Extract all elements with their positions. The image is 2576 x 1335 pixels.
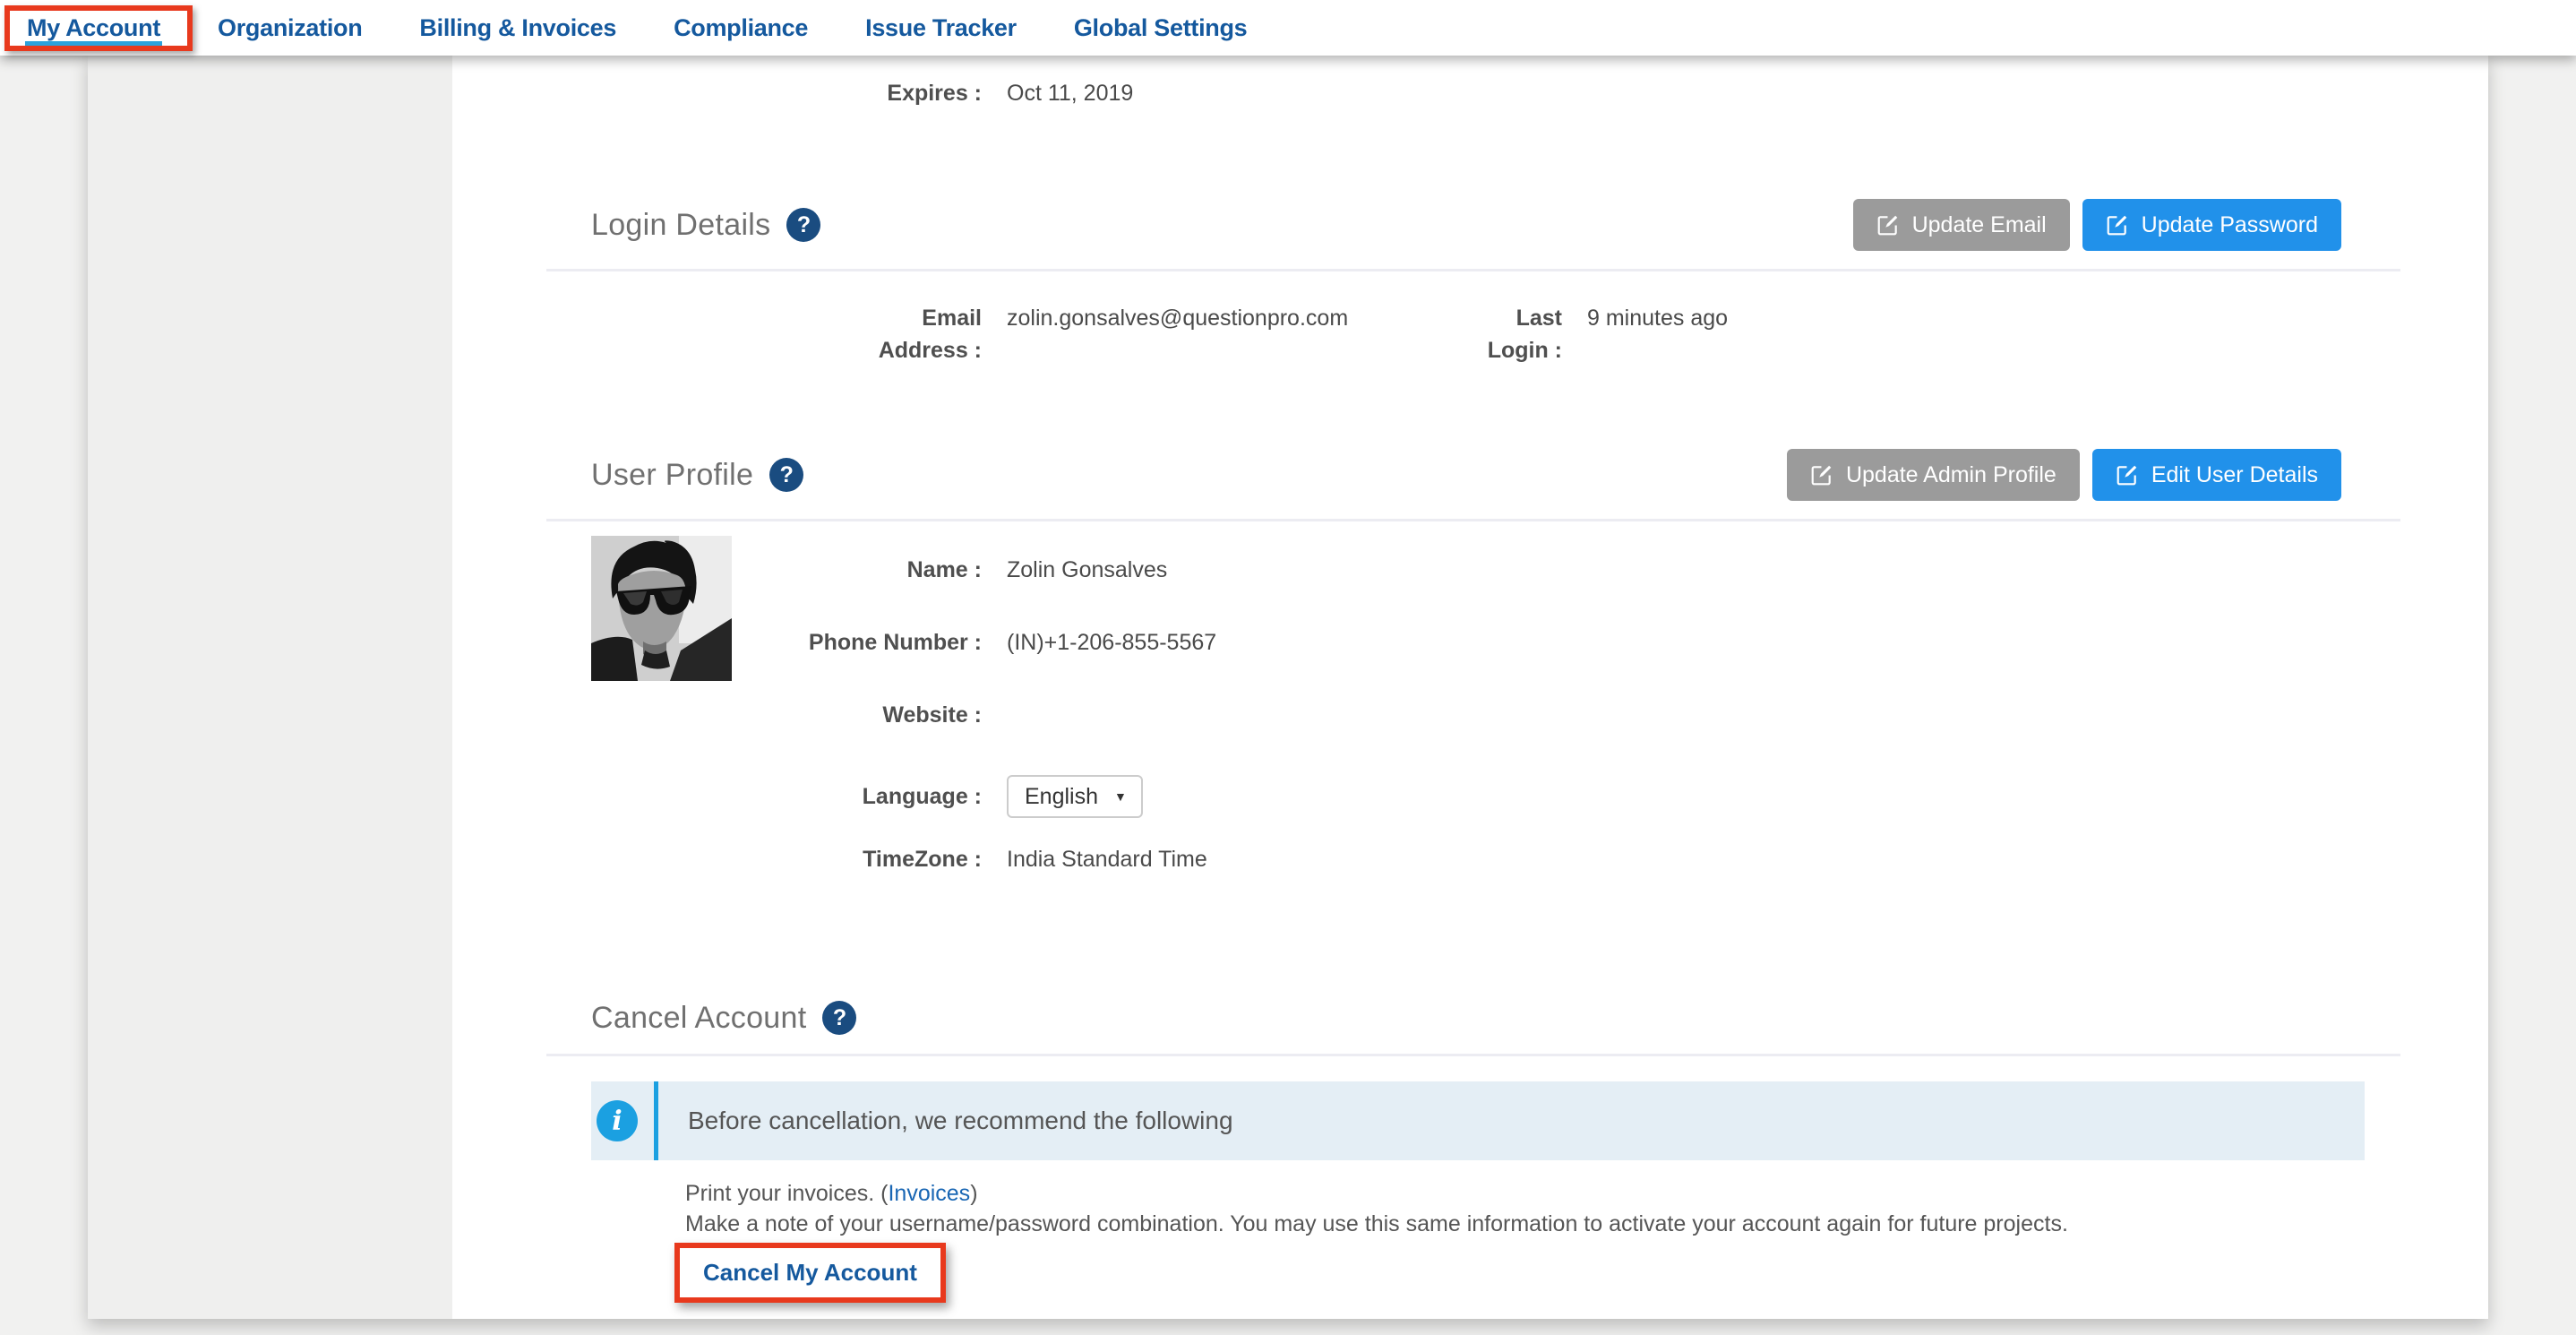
profile-photo [591,536,732,681]
section-divider [546,269,2400,271]
cancel-account-title: Cancel Account [591,1001,806,1036]
name-row: Name : Zolin Gonsalves [591,557,2400,583]
user-profile-help-icon[interactable]: ? [769,458,803,492]
expires-label: Expires : [591,77,982,109]
login-details-header: Login Details ? Update Email Update Pass… [591,199,2400,251]
user-profile-body: Name : Zolin Gonsalves Phone Number : (I… [591,521,2400,873]
timezone-label: TimeZone : [591,847,982,873]
email-address-value: zolin.gonsalves@questionpro.com [1007,302,1430,334]
edit-user-details-button-label: Edit User Details [2151,462,2318,488]
website-label: Website : [591,702,982,728]
user-profile-section: User Profile ? Update Admin Profile Edit… [591,449,2400,873]
update-password-button-label: Update Password [2142,212,2318,238]
cancel-my-account-link[interactable]: Cancel My Account [703,1259,917,1286]
update-email-button[interactable]: Update Email [1853,199,2070,251]
tab-issue-tracker-label: Issue Tracker [865,14,1017,42]
section-divider [546,1054,2400,1056]
user-profile-title: User Profile [591,458,753,493]
phone-row: Phone Number : (IN)+1-206-855-5567 [591,630,2400,656]
edit-icon [1876,213,1900,237]
tab-compliance-label: Compliance [674,14,808,42]
update-admin-profile-button[interactable]: Update Admin Profile [1787,449,2080,501]
tab-organization[interactable]: Organization [218,0,362,56]
login-details-section: Login Details ? Update Email Update Pass… [591,199,2400,366]
update-admin-profile-button-label: Update Admin Profile [1846,462,2057,488]
update-email-button-label: Update Email [1912,212,2047,238]
chevron-down-icon: ▼ [1114,789,1127,804]
cancel-account-header: Cancel Account ? [591,998,2400,1038]
info-icon: i [597,1100,638,1141]
language-dropdown-value: English [1025,784,1098,810]
top-navbar: My Account Organization Billing & Invoic… [0,0,2576,56]
update-password-button[interactable]: Update Password [2082,199,2341,251]
tab-global-settings-label: Global Settings [1074,14,1248,42]
invoices-link[interactable]: Invoices [888,1181,970,1206]
timezone-value: India Standard Time [1007,847,2400,873]
account-settings-card: Expires : Oct 11, 2019 Login Details ? U… [88,56,2488,1319]
last-login-label: Last Login : [1455,302,1562,366]
tab-compliance[interactable]: Compliance [674,0,808,56]
edit-icon [2106,213,2129,237]
tab-organization-label: Organization [218,14,362,42]
language-row: Language : English ▼ [591,775,2400,818]
login-details-buttons: Update Email Update Password [1853,199,2341,251]
tab-my-account-label: My Account [27,14,160,42]
name-value: Zolin Gonsalves [1007,557,2400,583]
edit-user-details-button[interactable]: Edit User Details [2092,449,2341,501]
note-line: Make a note of your username/password co… [685,1209,2400,1239]
phone-value: (IN)+1-206-855-5567 [1007,630,2400,656]
email-address-label: Email Address : [591,302,982,366]
cancellation-recommendations: Print your invoices. (Invoices) Make a n… [685,1178,2400,1239]
tab-global-settings[interactable]: Global Settings [1074,0,1248,56]
login-details-help-icon[interactable]: ? [786,208,820,242]
user-profile-header: User Profile ? Update Admin Profile Edit… [591,449,2400,501]
edit-icon [2116,463,2139,487]
expires-row: Expires : Oct 11, 2019 [591,77,2400,109]
cancel-account-help-icon[interactable]: ? [822,1001,856,1035]
callout-accent-bar [654,1081,658,1160]
annotation-box-cancel-my-account: Cancel My Account [674,1243,946,1303]
tab-my-account[interactable]: My Account [27,0,160,56]
invoices-line: Print your invoices. (Invoices) [685,1178,2400,1209]
cancellation-callout: i Before cancellation, we recommend the … [591,1081,2365,1160]
tab-issue-tracker[interactable]: Issue Tracker [865,0,1017,56]
callout-title: Before cancellation, we recommend the fo… [688,1107,1233,1135]
language-label: Language : [591,784,982,810]
tab-billing-invoices[interactable]: Billing & Invoices [419,0,616,56]
user-profile-buttons: Update Admin Profile Edit User Details [1787,449,2341,501]
invoices-line-post: ) [970,1181,977,1206]
cancel-account-section: Cancel Account ? i Before cancellation, … [591,998,2400,1303]
invoices-line-pre: Print your invoices. ( [685,1181,888,1206]
last-login-value: 9 minutes ago [1587,302,2400,334]
edit-icon [1810,463,1833,487]
language-dropdown[interactable]: English ▼ [1007,775,1143,818]
login-details-title: Login Details [591,208,770,243]
tab-billing-invoices-label: Billing & Invoices [419,14,616,42]
website-row: Website : [591,702,2400,728]
expires-value: Oct 11, 2019 [1007,77,2400,109]
timezone-row: TimeZone : India Standard Time [591,847,2400,873]
login-details-fields: Email Address : zolin.gonsalves@question… [591,302,2400,366]
settings-sidebar [88,56,452,1319]
active-tab-underline [25,41,162,47]
account-settings-content: Expires : Oct 11, 2019 Login Details ? U… [452,56,2488,1319]
